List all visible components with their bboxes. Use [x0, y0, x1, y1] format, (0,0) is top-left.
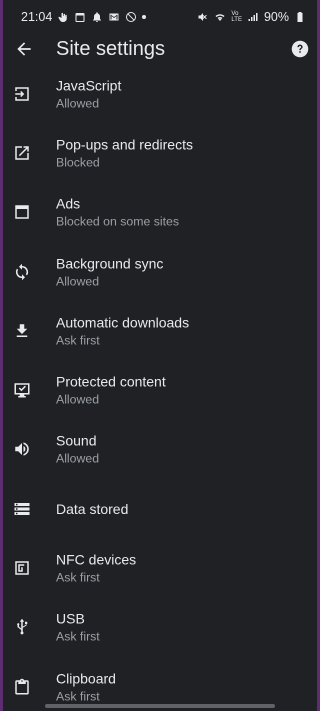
setting-texts: Data stored [56, 500, 128, 518]
setting-texts: NFC devices Ask first [56, 551, 136, 586]
setting-label: Data stored [56, 500, 129, 517]
setting-clipboard[interactable]: Clipboard Ask first [3, 657, 317, 711]
status-left: 21:04 [21, 10, 147, 24]
wifi-icon [214, 11, 226, 23]
setting-label: Protected content [56, 373, 166, 390]
nfc-icon [13, 559, 31, 577]
data-saver-icon [125, 11, 137, 23]
setting-texts: Background sync Allowed [56, 254, 163, 289]
setting-label: Pop-ups and redirects [56, 136, 193, 153]
setting-label: Ads [56, 195, 81, 212]
status-time: 21:04 [21, 10, 53, 24]
speaker-icon [13, 440, 31, 458]
bell-icon [91, 11, 103, 23]
setting-status: Allowed [56, 451, 100, 466]
setting-texts: Ads Blocked on some sites [56, 195, 179, 230]
setting-status: Ask first [56, 689, 100, 704]
back-button[interactable] [13, 38, 35, 60]
download-icon [13, 322, 31, 340]
more-notifications-icon [142, 15, 147, 19]
setting-label: JavaScript [56, 77, 122, 94]
setting-status: Allowed [56, 392, 100, 407]
setting-texts: Pop-ups and redirects Blocked [56, 135, 193, 170]
setting-sound[interactable]: Sound Allowed [3, 420, 317, 479]
app-bar: Site settings [3, 34, 317, 64]
site-settings-list: JavaScript Allowed Pop-ups and redirects… [3, 64, 317, 711]
setting-background-sync[interactable]: Background sync Allowed [3, 242, 317, 301]
setting-label: Clipboard [56, 670, 116, 687]
setting-javascript[interactable]: JavaScript Allowed [3, 64, 317, 123]
signal-icon [247, 11, 259, 23]
setting-texts: USB Ask first [56, 610, 100, 645]
open-external-icon [13, 144, 31, 162]
setting-label: Sound [56, 432, 97, 449]
setting-status: Allowed [56, 274, 100, 289]
setting-label: NFC devices [56, 551, 137, 568]
setting-protected-content[interactable]: Protected content Allowed [3, 360, 317, 419]
setting-status: Allowed [56, 96, 100, 111]
setting-label: Automatic downloads [56, 314, 190, 331]
setting-ads[interactable]: Ads Blocked on some sites [3, 183, 317, 242]
setting-texts: JavaScript Allowed [56, 76, 121, 111]
setting-data-stored[interactable]: Data stored [3, 479, 317, 538]
setting-popups[interactable]: Pop-ups and redirects Blocked [3, 123, 317, 182]
setting-texts: Protected content Allowed [56, 373, 166, 408]
setting-status: Blocked [56, 155, 100, 170]
phone-screen: 21:04 Vo LTE 90% Site settings JavaScrip… [3, 0, 317, 711]
sync-icon [13, 263, 31, 281]
arrow-back-icon [17, 42, 31, 56]
setting-label: Background sync [56, 255, 164, 272]
setting-automatic-downloads[interactable]: Automatic downloads Ask first [3, 301, 317, 360]
network-type-label: Vo LTE [231, 11, 242, 23]
setting-status: Ask first [56, 570, 100, 585]
storage-icon [13, 500, 31, 518]
help-icon [291, 40, 309, 58]
battery-icon [294, 11, 306, 23]
setting-texts: Clipboard Ask first [56, 669, 116, 704]
setting-nfc-devices[interactable]: NFC devices Ask first [3, 538, 317, 597]
javascript-icon [13, 85, 31, 103]
ads-window-icon [13, 203, 31, 221]
calendar-icon [74, 11, 86, 23]
help-button[interactable] [291, 40, 309, 58]
status-bar: 21:04 Vo LTE 90% [3, 0, 317, 34]
setting-status: Blocked on some sites [56, 214, 180, 229]
usb-icon [13, 618, 31, 636]
gesture-icon [57, 11, 69, 23]
setting-status: Ask first [56, 333, 100, 348]
mute-icon [197, 11, 209, 23]
setting-usb[interactable]: USB Ask first [3, 598, 317, 657]
page-title: Site settings [56, 37, 165, 60]
setting-label: USB [56, 610, 85, 627]
clipboard-icon [13, 678, 31, 696]
battery-percent: 90% [263, 10, 289, 24]
setting-texts: Sound Allowed [56, 432, 99, 467]
gesture-nav-bar[interactable] [45, 704, 275, 708]
setting-status: Ask first [56, 629, 100, 644]
mail-icon [108, 11, 120, 23]
protected-content-icon [13, 381, 31, 399]
setting-texts: Automatic downloads Ask first [56, 313, 189, 348]
status-right: Vo LTE 90% [197, 10, 306, 24]
